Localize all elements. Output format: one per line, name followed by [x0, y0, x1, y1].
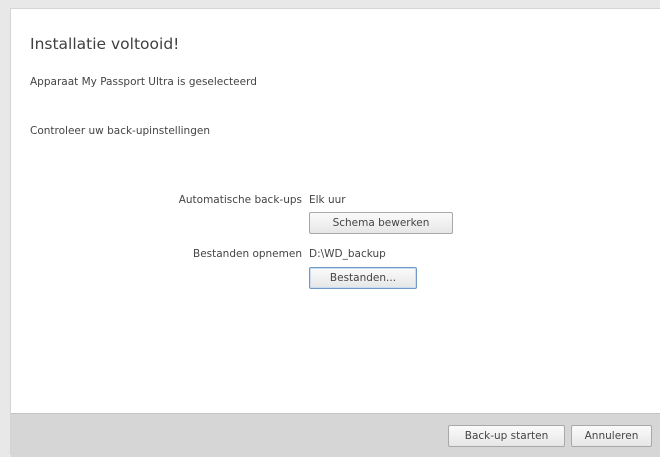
device-selected-text: Apparaat My Passport Ultra is geselectee… — [30, 76, 257, 88]
include-files-value: D:\WD_backup — [309, 248, 386, 260]
auto-backup-label: Automatische back-ups — [178, 194, 302, 206]
dialog-content: Installatie voltooid! Apparaat My Passpo… — [11, 9, 660, 413]
include-files-label: Bestanden opnemen — [192, 248, 302, 260]
check-settings-text: Controleer uw back-upinstellingen — [30, 125, 210, 137]
auto-backup-value: Elk uur — [309, 194, 346, 206]
cancel-button[interactable]: Annuleren — [571, 425, 652, 447]
files-button[interactable]: Bestanden... — [309, 267, 417, 289]
edit-schedule-button[interactable]: Schema bewerken — [309, 212, 453, 234]
setup-dialog: Installatie voltooid! Apparaat My Passpo… — [10, 8, 660, 457]
start-backup-button[interactable]: Back-up starten — [448, 425, 565, 447]
dialog-title: Installatie voltooid! — [30, 35, 180, 53]
dialog-footer: Back-up starten Annuleren — [11, 413, 660, 457]
